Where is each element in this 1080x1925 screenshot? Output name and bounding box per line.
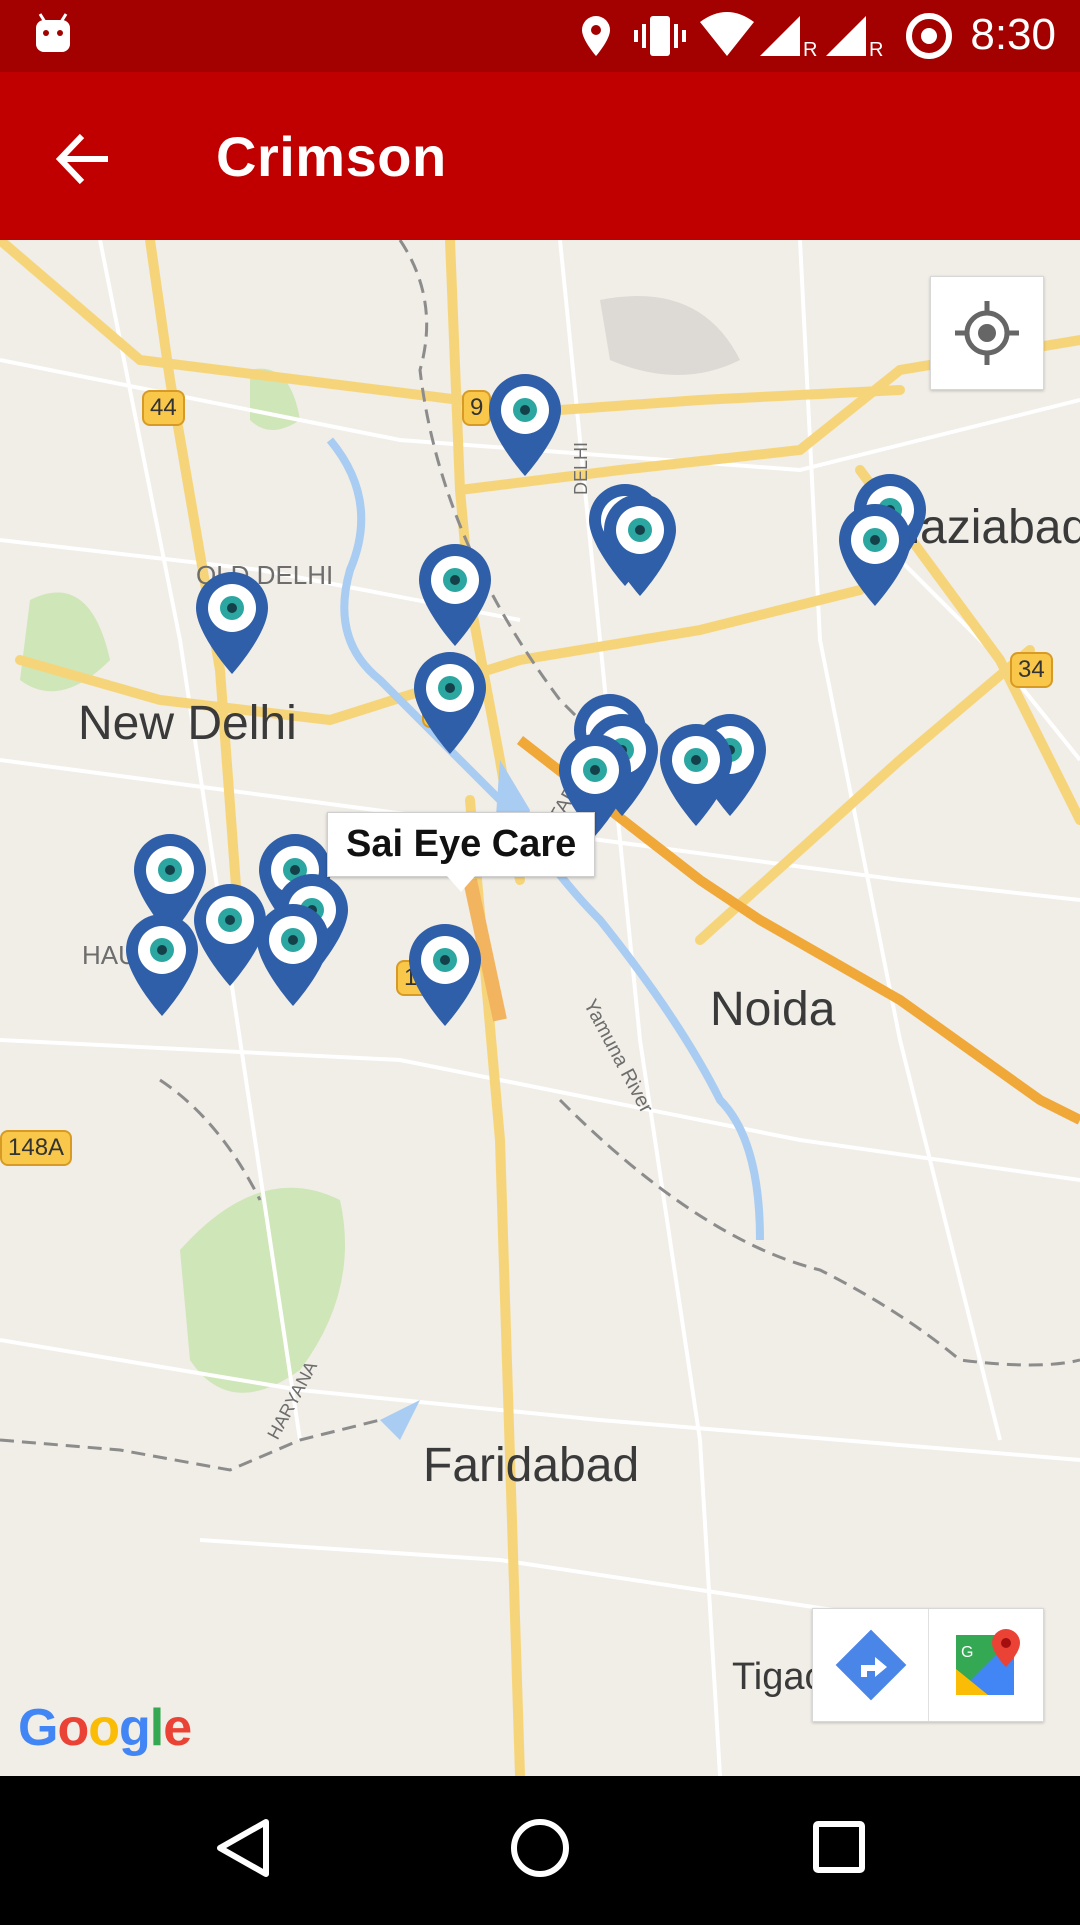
map-label-faridabad: Faridabad	[423, 1439, 640, 1492]
svg-text:R: R	[803, 39, 817, 61]
target-icon	[906, 13, 952, 59]
google-attribution-text: Google	[18, 1699, 192, 1757]
signal-r-icon	[760, 16, 800, 56]
android-icon	[36, 13, 70, 52]
clinic-marker-icon[interactable]	[415, 540, 495, 650]
open-in-maps-button[interactable]: G	[928, 1609, 1043, 1721]
wifi-icon	[700, 12, 754, 56]
location-icon	[582, 16, 610, 56]
directions-icon	[835, 1629, 907, 1701]
directions-button[interactable]	[813, 1609, 929, 1721]
map-toolbar: G	[812, 1608, 1044, 1722]
my-location-button[interactable]	[930, 276, 1044, 390]
status-icons: R R	[36, 12, 952, 61]
clinic-marker-icon[interactable]	[600, 490, 680, 600]
google-maps-icon: G	[956, 1629, 1020, 1695]
map-view[interactable]: 44 9 24 34 19 148A New Delhi Noida Farid…	[0, 240, 1080, 1776]
clinic-marker-icon[interactable]	[485, 370, 565, 480]
google-attribution: Google	[18, 1698, 192, 1758]
app-bar: Crimson	[0, 72, 1080, 240]
svg-text:R: R	[869, 39, 883, 61]
svg-text:G: G	[961, 1644, 973, 1661]
clinic-marker-icon[interactable]	[656, 720, 736, 830]
vibrate-icon	[634, 16, 686, 56]
back-triangle-icon[interactable]	[217, 1819, 269, 1877]
road-shield: 34	[1010, 652, 1053, 688]
nav-buttons	[217, 1819, 865, 1877]
clinic-marker-icon[interactable]	[253, 900, 333, 1010]
clinic-marker-icon[interactable]	[410, 648, 490, 758]
map-label-noida: Noida	[710, 983, 836, 1036]
arrow-back-icon[interactable]	[50, 124, 120, 194]
signal-r-icon	[826, 16, 866, 56]
clinic-marker-icon[interactable]	[835, 500, 915, 610]
status-time: 8:30	[970, 10, 1056, 59]
road-shield: 148A	[0, 1130, 73, 1166]
crosshair-icon	[955, 301, 1019, 365]
system-nav-bar	[0, 1776, 1080, 1920]
road-shield: 44	[142, 390, 185, 426]
clinic-marker-icon[interactable]	[192, 568, 272, 678]
clinic-marker-icon[interactable]	[405, 920, 485, 1030]
clinic-marker-icon[interactable]	[122, 910, 202, 1020]
marker-info-window[interactable]: Sai Eye Care	[327, 812, 596, 892]
map-label-new-delhi: New Delhi	[78, 697, 297, 750]
home-circle-icon[interactable]	[511, 1819, 569, 1877]
page-title: Crimson	[216, 125, 447, 188]
recents-square-icon[interactable]	[813, 1821, 865, 1873]
status-bar: R R 8:30	[0, 0, 1080, 72]
